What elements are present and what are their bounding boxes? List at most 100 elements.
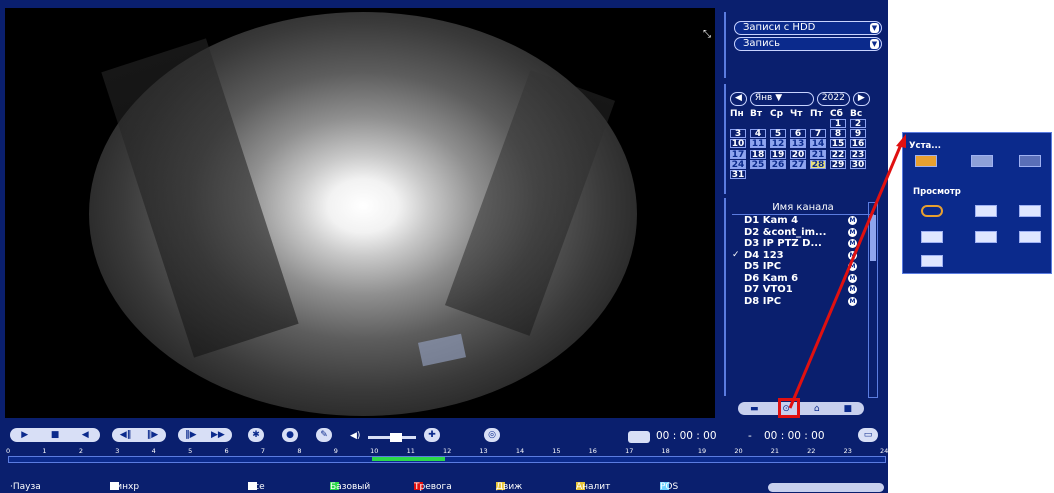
channel-checkbox[interactable] (732, 239, 740, 247)
channel-row[interactable]: D3 IP PTZ D... M (726, 238, 880, 250)
step-back-icon[interactable]: ◀‖ (120, 430, 131, 440)
view-1p-icon[interactable] (975, 205, 997, 217)
calendar-day[interactable]: 8 (830, 129, 846, 139)
channel-mode-badge[interactable]: M (848, 239, 857, 248)
channel-checkbox[interactable] (732, 285, 740, 293)
mount-ground-icon[interactable] (1019, 155, 1041, 167)
calendar-day[interactable]: 3 (730, 129, 746, 139)
channel-checkbox[interactable] (732, 274, 740, 282)
channel-checkbox[interactable] (732, 262, 740, 270)
zoom-icon[interactable]: ✚ (424, 428, 440, 442)
video-view[interactable]: ⤡ (5, 8, 715, 418)
source-mode-select[interactable]: Записи с HDD ▼ (734, 21, 882, 35)
channel-mode-badge[interactable]: M (848, 262, 857, 271)
calendar-day[interactable]: 1 (830, 119, 846, 129)
calendar-day[interactable]: 15 (830, 139, 846, 149)
step-forward-icon[interactable]: ‖▶ (147, 430, 158, 440)
channel-checkbox[interactable] (732, 216, 740, 224)
calendar-day[interactable]: 9 (850, 129, 866, 139)
play-icon[interactable]: ▶ (21, 430, 28, 440)
channel-scrollbar[interactable] (868, 202, 878, 398)
calendar-day[interactable]: 23 (850, 149, 866, 159)
channel-row[interactable]: D6 Kam 6 M (726, 273, 880, 285)
tag-icon[interactable]: ✎ (316, 428, 332, 442)
reverse-icon[interactable]: ◀ (82, 430, 89, 440)
scrollbar-thumb[interactable] (870, 215, 876, 261)
view-1o-icon[interactable] (921, 205, 943, 217)
channel-row[interactable]: D5 IPC M (726, 261, 880, 273)
calendar-day[interactable]: 6 (790, 129, 806, 139)
channel-row[interactable]: D8 IPC M (726, 296, 880, 308)
fast-icon[interactable]: ▶▶ (211, 430, 225, 440)
channel-checkbox[interactable] (732, 228, 740, 236)
calendar-icon[interactable] (628, 431, 650, 443)
recorded-segment[interactable] (372, 457, 445, 461)
year-select[interactable]: 2022 (816, 92, 850, 106)
clip-end-time[interactable]: 00 : 00 : 00 (764, 430, 825, 442)
mode-smart-icon[interactable]: ⌂ (814, 404, 820, 414)
calendar-day[interactable]: 4 (750, 129, 766, 139)
prev-month-button[interactable]: ◀ (730, 92, 747, 106)
stop-icon[interactable]: ■ (51, 430, 60, 440)
next-month-button[interactable]: ▶ (852, 92, 870, 106)
slow-icon[interactable]: ‖▶ (185, 430, 196, 440)
view-4r-icon[interactable] (1019, 231, 1041, 243)
view-2p-icon[interactable] (1019, 205, 1041, 217)
calendar-day[interactable]: 28 (810, 159, 826, 169)
view-2r-icon[interactable] (975, 231, 997, 243)
calendar-day[interactable]: 29 (830, 159, 846, 169)
channel-mode-badge[interactable]: M (848, 296, 857, 306)
timeline-zoom-controls[interactable] (768, 483, 884, 492)
calendar-day[interactable]: 10 (730, 139, 746, 149)
calendar-day[interactable]: 19 (770, 149, 786, 159)
view-1r-icon[interactable] (921, 231, 943, 243)
calendar-day[interactable]: 31 (730, 169, 746, 179)
calendar-day[interactable]: 18 (750, 149, 766, 159)
channel-row[interactable]: ✓ D4 123 M (726, 250, 880, 262)
calendar-day[interactable]: 2 (850, 119, 866, 129)
calendar-day[interactable]: 24 (730, 159, 746, 169)
channel-row[interactable]: D2 &cont_im... M (726, 227, 880, 239)
calendar-day[interactable]: 26 (770, 159, 786, 169)
fullscreen-icon[interactable]: ⤡ (703, 30, 711, 40)
calendar-day[interactable]: 14 (810, 139, 826, 149)
channel-mode-badge[interactable]: M (848, 216, 857, 225)
calendar-day[interactable]: 17 (730, 149, 746, 159)
channel-mode-badge[interactable]: M (848, 250, 857, 260)
snapshot-icon[interactable]: ● (282, 428, 298, 442)
calendar-day[interactable]: 20 (790, 149, 806, 159)
mode-file-icon[interactable]: ■ (844, 404, 853, 414)
channel-checkbox[interactable] (732, 297, 740, 305)
calendar-day[interactable]: 11 (750, 139, 766, 149)
calendar-day[interactable]: 30 (850, 159, 866, 169)
timeline-track[interactable] (8, 456, 886, 463)
smart-search-icon[interactable]: ✱ (248, 428, 264, 442)
mount-ceiling-icon[interactable] (915, 155, 937, 167)
channel-mode-badge[interactable]: M (848, 227, 857, 237)
channel-row[interactable]: D1 Kam 4 M (726, 215, 880, 227)
channel-checkbox[interactable]: ✓ (732, 250, 740, 259)
channel-row[interactable]: D7 VTO1 M (726, 284, 880, 296)
save-icon[interactable]: ▭ (858, 428, 878, 442)
month-select[interactable]: Янв ▼ (749, 92, 814, 106)
fisheye-icon[interactable]: ◎ (484, 428, 500, 442)
calendar-day[interactable]: 16 (850, 139, 866, 149)
calendar-day[interactable]: 7 (810, 129, 826, 139)
calendar-day[interactable]: 27 (790, 159, 806, 169)
clip-start-time[interactable]: 00 : 00 : 00 (656, 430, 717, 442)
channel-mode-badge[interactable]: M (848, 285, 857, 294)
calendar-day[interactable]: 21 (810, 149, 826, 159)
calendar-day[interactable]: 25 (750, 159, 766, 169)
volume-slider[interactable] (368, 433, 416, 442)
source-type-select[interactable]: Запись ▼ (734, 37, 882, 51)
calendar-day[interactable]: 12 (770, 139, 786, 149)
volume-handle[interactable] (390, 433, 402, 442)
mount-wall-icon[interactable] (971, 155, 993, 167)
calendar-day[interactable]: 5 (770, 129, 786, 139)
calendar-day[interactable]: 13 (790, 139, 806, 149)
calendar-day[interactable]: 22 (830, 149, 846, 159)
channel-mode-badge[interactable]: M (848, 273, 857, 283)
view-1o3r-icon[interactable] (921, 255, 943, 267)
mode-list-icon[interactable]: ▬ (750, 404, 759, 414)
timeline[interactable]: 0 1 2 3 4 5 6 7 8 9 10 11 12 13 14 15 16 17 18 19 20 21 22 23 24 (6, 447, 888, 465)
